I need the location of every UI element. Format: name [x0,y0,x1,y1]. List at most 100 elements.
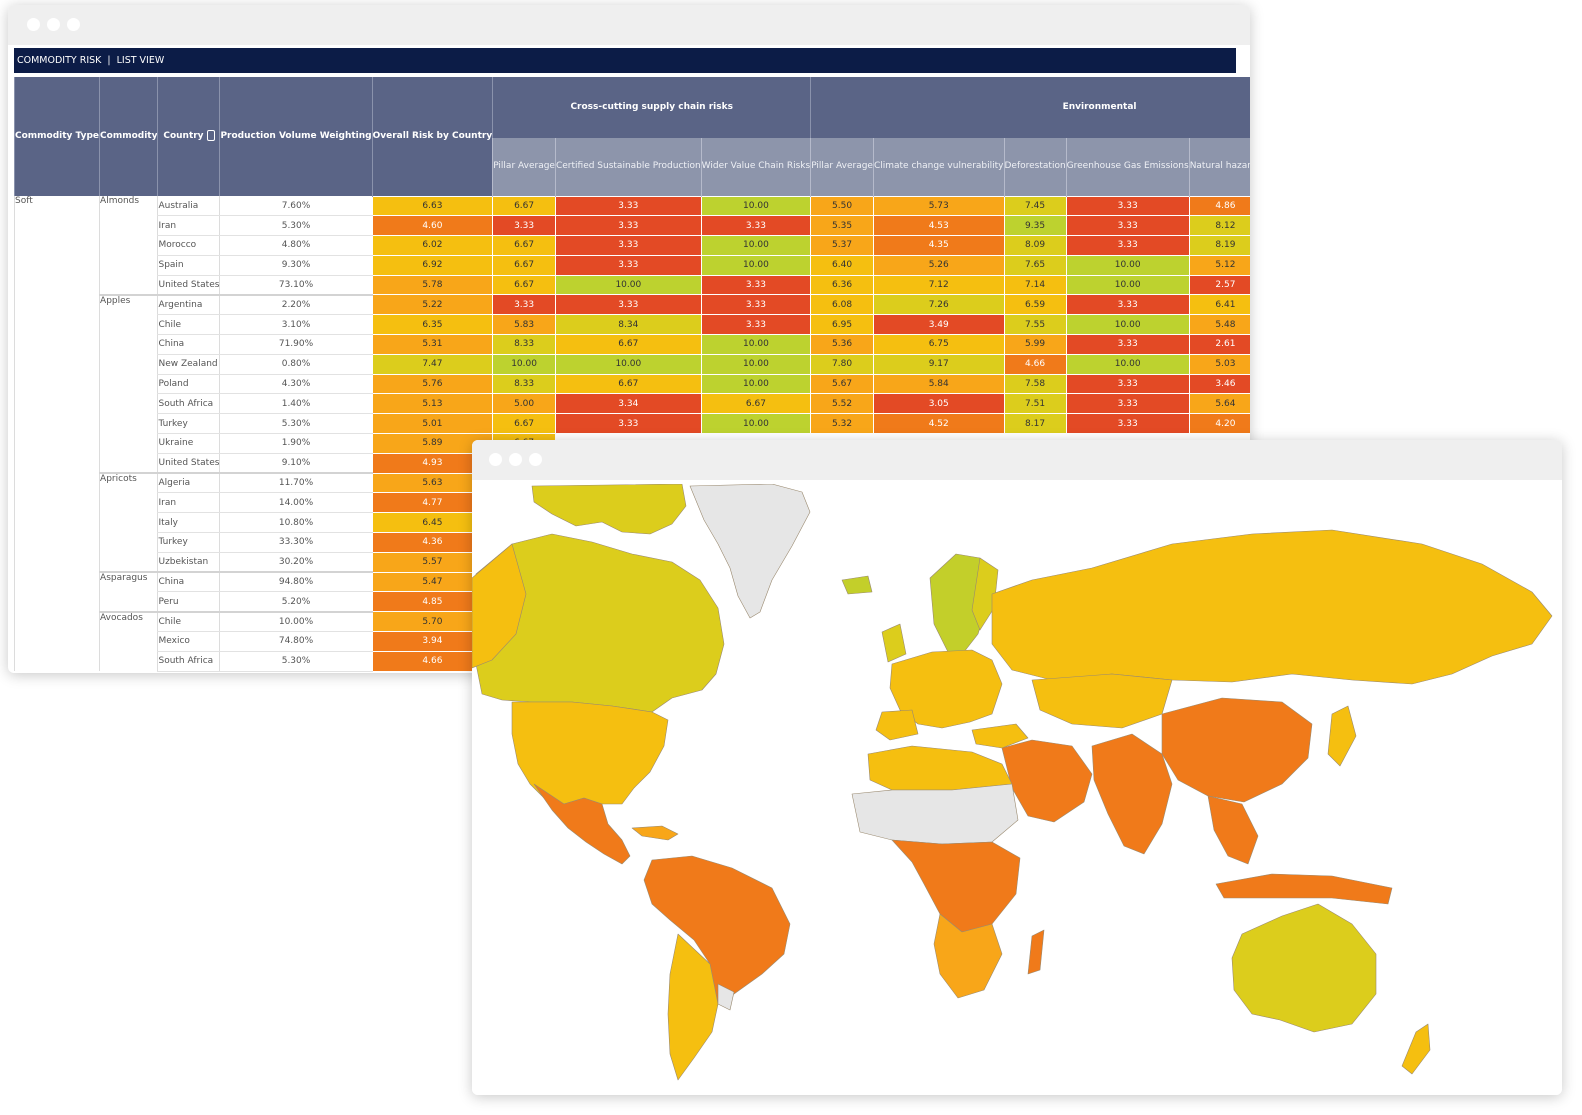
header-weighting[interactable]: Production Volume Weighting [219,77,373,196]
risk-score-cell[interactable]: 6.67 [492,254,556,276]
risk-score-cell[interactable]: 10.00 [700,413,812,435]
table-row[interactable]: Poland 4.30% 5.76 8.33 6.67 10.00 5.67 5.84 7.58… [15,373,1250,395]
risk-score-cell[interactable]: 5.84 [872,373,1005,395]
risk-score-cell[interactable]: 3.33 [1065,215,1190,237]
risk-score-cell[interactable]: 3.33 [554,215,702,237]
risk-score-cell[interactable]: 5.67 [810,373,874,395]
risk-score-cell[interactable]: 5.99 [1003,334,1067,355]
table-row[interactable]: United States 73.10% 5.78 6.67 10.00 3.33 6.36… [15,274,1250,296]
risk-score-cell[interactable]: 6.95 [810,314,874,336]
table-row[interactable]: Morocco 4.80% 6.02 6.67 3.33 10.00 5.37 4.35 8.0… [15,235,1250,256]
breadcrumb-title[interactable]: COMMODITY RISK [17,55,101,66]
window-control-dot[interactable] [489,453,502,466]
risk-score-cell[interactable]: 2.57 [1188,274,1250,296]
overall-risk-cell[interactable]: 5.01 [371,413,494,435]
risk-score-cell[interactable]: 9.17 [872,353,1005,375]
risk-score-cell[interactable]: 4.66 [1003,353,1067,375]
risk-score-cell[interactable]: 3.33 [492,215,556,237]
overall-risk-cell[interactable]: 5.22 [371,294,494,316]
overall-risk-cell[interactable]: 5.76 [371,373,494,395]
risk-score-cell[interactable]: 5.35 [810,215,874,237]
risk-score-cell[interactable]: 7.55 [1003,314,1067,336]
risk-score-cell[interactable]: 6.67 [492,235,556,256]
risk-score-cell[interactable]: 6.36 [810,274,874,296]
table-row[interactable]: Iran 5.30% 4.60 3.33 3.33 3.33 5.35 4.53 9.35 3.3… [15,215,1250,237]
risk-score-cell[interactable]: 4.52 [872,413,1005,435]
risk-score-cell[interactable]: 2.61 [1188,334,1250,355]
risk-score-cell[interactable]: 8.33 [492,373,556,395]
risk-score-cell[interactable]: 3.33 [1065,195,1190,217]
risk-score-cell[interactable]: 3.33 [554,294,702,316]
header-country[interactable]: Country [157,77,220,196]
window-control-dot[interactable] [529,453,542,466]
world-risk-map[interactable] [472,484,1562,1095]
risk-score-cell[interactable]: 5.48 [1188,314,1250,336]
risk-score-cell[interactable]: 8.19 [1188,235,1250,256]
risk-score-cell[interactable]: 10.00 [700,353,812,375]
risk-score-cell[interactable]: 5.64 [1188,393,1250,415]
risk-score-cell[interactable]: 3.46 [1188,373,1250,395]
risk-score-cell[interactable]: 7.14 [1003,274,1067,296]
risk-score-cell[interactable]: 5.37 [810,235,874,256]
risk-score-cell[interactable]: 4.53 [872,215,1005,237]
subheader-environmental[interactable]: Deforestation [1003,138,1067,196]
risk-score-cell[interactable]: 4.35 [872,235,1005,256]
risk-score-cell[interactable]: 10.00 [700,195,812,217]
subheader-environmental[interactable]: Climate change vulnerability [872,138,1004,196]
overall-risk-cell[interactable]: 6.35 [371,314,494,336]
risk-score-cell[interactable]: 3.33 [1065,235,1190,256]
risk-score-cell[interactable]: 10.00 [554,274,702,296]
risk-score-cell[interactable]: 6.67 [492,413,556,435]
risk-score-cell[interactable]: 3.33 [1065,413,1190,435]
risk-score-cell[interactable]: 3.05 [872,393,1005,415]
risk-score-cell[interactable]: 10.00 [1065,254,1190,276]
risk-score-cell[interactable]: 8.12 [1188,215,1250,237]
risk-score-cell[interactable]: 5.26 [872,254,1005,276]
breadcrumb-view[interactable]: LIST VIEW [117,55,165,66]
risk-score-cell[interactable]: 8.17 [1003,413,1067,435]
risk-score-cell[interactable]: 3.33 [700,274,812,296]
risk-score-cell[interactable]: 6.59 [1003,294,1067,316]
risk-score-cell[interactable]: 5.36 [810,334,874,355]
overall-risk-cell[interactable]: 7.47 [371,353,494,375]
risk-score-cell[interactable]: 6.67 [554,334,702,355]
risk-score-cell[interactable]: 3.33 [554,413,702,435]
overall-risk-cell[interactable]: 4.60 [371,215,494,237]
risk-score-cell[interactable]: 9.35 [1003,215,1067,237]
subheader-cross-cutting[interactable]: Pillar Average [492,138,556,196]
table-row[interactable]: Chile 3.10% 6.35 5.83 8.34 3.33 6.95 3.49 7.55 10… [15,314,1250,336]
risk-score-cell[interactable]: 6.67 [700,393,812,415]
risk-score-cell[interactable]: 4.86 [1188,195,1250,217]
risk-score-cell[interactable]: 7.26 [872,294,1005,316]
risk-score-cell[interactable]: 3.33 [492,294,556,316]
risk-score-cell[interactable]: 7.80 [810,353,874,375]
risk-score-cell[interactable]: 6.67 [554,373,702,395]
subheader-cross-cutting[interactable]: Certified Sustainable Production [554,138,702,196]
risk-score-cell[interactable]: 4.20 [1188,413,1250,435]
risk-score-cell[interactable]: 3.33 [700,314,812,336]
table-row[interactable]: Apples Argentina 2.20% 5.22 3.33 3.33 3.33 6.08… [15,293,1250,474]
risk-score-cell[interactable]: 3.33 [1065,294,1190,316]
risk-score-cell[interactable]: 10.00 [1065,314,1190,336]
subheader-environmental[interactable]: Greenhouse Gas Emissions [1065,138,1190,196]
risk-score-cell[interactable]: 6.67 [492,274,556,296]
risk-score-cell[interactable]: 5.12 [1188,254,1250,276]
risk-score-cell[interactable]: 7.58 [1003,373,1067,395]
overall-risk-cell[interactable]: 6.63 [371,195,494,217]
risk-score-cell[interactable]: 7.51 [1003,393,1067,415]
risk-score-cell[interactable]: 6.40 [810,254,874,276]
risk-score-cell[interactable]: 6.41 [1188,294,1250,316]
risk-score-cell[interactable]: 5.52 [810,393,874,415]
subheader-environmental[interactable]: Natural hazards [1188,138,1250,196]
risk-score-cell[interactable]: 8.09 [1003,235,1067,256]
overall-risk-cell[interactable]: 5.13 [371,393,494,415]
table-row[interactable]: South Africa 1.40% 5.13 5.00 3.34 6.67 5.52 3.0… [15,393,1250,415]
table-row[interactable]: Spain 9.30% 6.92 6.67 3.33 10.00 6.40 5.26 7.65 1… [15,254,1250,276]
risk-score-cell[interactable]: 6.75 [872,334,1005,355]
window-control-dot[interactable] [67,18,80,31]
window-control-dot[interactable] [47,18,60,31]
risk-score-cell[interactable]: 10.00 [700,334,812,355]
window-control-dot[interactable] [27,18,40,31]
subheader-cross-cutting[interactable]: Wider Value Chain Risks [700,138,811,196]
risk-score-cell[interactable]: 5.00 [492,393,556,415]
